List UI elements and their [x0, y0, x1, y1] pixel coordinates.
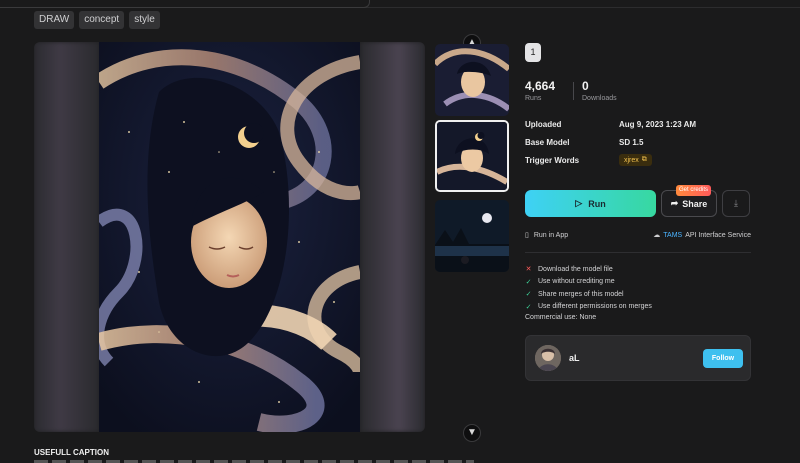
permission-item: ✓ Share merges of this model — [525, 288, 652, 301]
downloads-label: Downloads — [582, 95, 617, 102]
thumbnail-3[interactable] — [435, 200, 509, 272]
artwork-girl-moon — [99, 42, 360, 432]
chevron-down-icon: ▼ — [467, 427, 477, 438]
follow-button[interactable]: Follow — [703, 349, 743, 368]
permissions-list: ✕ Download the model file ✓ Use without … — [525, 263, 652, 321]
commercial-use: Commercial use: None — [525, 314, 597, 321]
preview-blur-right — [360, 42, 425, 432]
avatar[interactable] — [535, 345, 561, 371]
uploaded-key: Uploaded — [525, 119, 562, 129]
permission-text: Use different permissions on merges — [538, 303, 652, 311]
caption-title: USEFULL CAPTION — [34, 448, 109, 457]
tag-style[interactable]: style — [129, 11, 160, 29]
thumbnail-1[interactable] — [435, 44, 509, 116]
get-credits-badge[interactable]: Get credits — [676, 185, 712, 196]
model-stats: 4,664 Runs 0 Downloads — [525, 79, 630, 102]
author-name[interactable]: aL — [569, 353, 580, 363]
top-bar-edge — [0, 0, 800, 8]
uploaded-value: Aug 9, 2023 1:23 AM — [619, 119, 697, 129]
permission-item: ✓ Use different permissions on merges — [525, 301, 652, 314]
runs-stat: 4,664 Runs — [525, 79, 573, 102]
stats-divider — [573, 82, 574, 100]
author-card: aL Follow — [525, 335, 751, 381]
copy-icon[interactable]: ⧉ — [642, 156, 647, 164]
base-model-value: SD 1.5 — [619, 137, 644, 147]
permission-text: Use without crediting me — [538, 278, 615, 286]
section-divider — [525, 252, 751, 253]
preview-blur-left — [34, 42, 99, 432]
tag-draw[interactable]: DRAW — [34, 11, 75, 29]
check-icon: ✓ — [525, 278, 532, 286]
base-model-row: Base Model SD 1.5 — [525, 133, 696, 151]
cross-icon: ✕ — [525, 266, 532, 274]
avatar-image — [535, 345, 561, 371]
trigger-words-row: Trigger Words xjrex ⧉ — [525, 151, 696, 169]
permission-text: Share merges of this model — [538, 290, 624, 298]
thumbnail-2-image — [437, 122, 507, 190]
run-label: Run — [588, 198, 606, 209]
thumbnail-2-selected[interactable] — [435, 120, 509, 192]
trigger-words-key: Trigger Words — [525, 155, 580, 165]
run-button[interactable]: ▷ Run — [525, 190, 656, 217]
downloads-value: 0 — [582, 79, 589, 93]
thumbnail-3-image — [435, 200, 509, 272]
phone-icon: ▯ — [525, 232, 529, 239]
runs-value: 4,664 — [525, 79, 556, 93]
trigger-word-text: xjrex — [624, 156, 639, 164]
check-icon: ✓ — [525, 291, 532, 299]
tams-api-link[interactable]: ☁ TAMS API Interface Service — [653, 231, 751, 240]
download-button[interactable]: ⤓ — [722, 190, 750, 217]
version-badge[interactable]: 1 — [525, 43, 541, 62]
main-preview-image[interactable] — [34, 42, 425, 432]
downloads-stat: 0 Downloads — [582, 79, 630, 102]
tag-concept[interactable]: concept — [79, 11, 125, 29]
cloud-icon: ☁ — [653, 232, 661, 239]
tams-api-label: API Interface Service — [685, 231, 751, 239]
run-in-app-link[interactable]: ▯ Run in App — [525, 231, 569, 240]
base-model-key: Base Model — [525, 137, 570, 147]
runs-label: Runs — [525, 95, 542, 102]
permission-item: ✕ Download the model file — [525, 263, 652, 276]
trigger-word-chip[interactable]: xjrex ⧉ — [619, 154, 652, 166]
run-in-app-label: Run in App — [533, 231, 569, 239]
model-details: Uploaded Aug 9, 2023 1:23 AM Base Model … — [525, 115, 696, 169]
tams-brand: TAMS — [663, 231, 683, 239]
uploaded-row: Uploaded Aug 9, 2023 1:23 AM — [525, 115, 696, 133]
check-icon: ✓ — [525, 303, 532, 311]
share-label: Share — [682, 198, 708, 209]
play-icon: ▷ — [575, 198, 583, 208]
share-icon: ➦ — [670, 198, 679, 208]
permission-item: ✓ Use without crediting me — [525, 276, 652, 289]
thumbnail-1-image — [435, 44, 509, 116]
permission-text: Download the model file — [538, 265, 613, 273]
thumbnails-next-button[interactable]: ▼ — [463, 424, 481, 442]
tag-list: DRAW concept style — [34, 11, 160, 29]
download-icon: ⤓ — [734, 198, 738, 208]
